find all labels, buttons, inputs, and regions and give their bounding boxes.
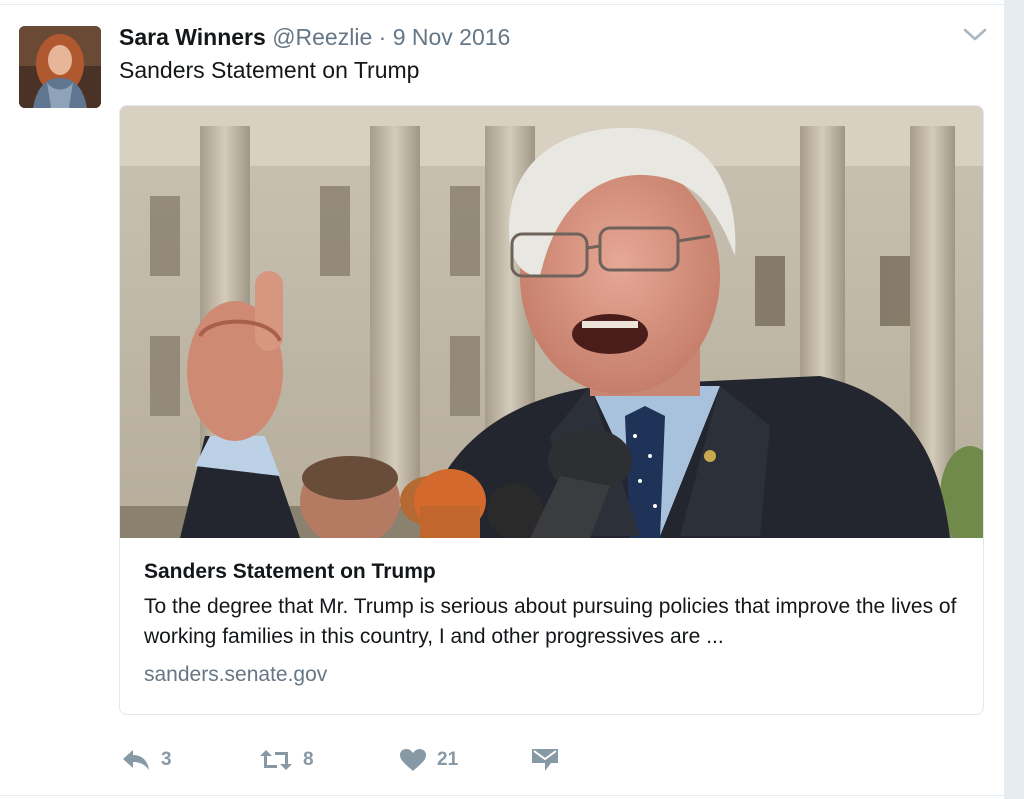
retweet-icon (259, 748, 293, 772)
card-domain[interactable]: sanders.senate.gov (144, 661, 964, 689)
page-gutter (1004, 0, 1024, 799)
divider (0, 795, 1004, 796)
divider (0, 4, 1004, 5)
reply-button[interactable]: 3 (121, 740, 172, 780)
card-description: To the degree that Mr. Trump is serious … (144, 595, 957, 648)
tweet-text: Sanders Statement on Trump (119, 57, 420, 83)
direct-message-icon (531, 747, 559, 773)
direct-message-button[interactable] (531, 740, 559, 780)
chevron-down-icon[interactable] (962, 26, 988, 44)
separator: · (378, 24, 387, 50)
tweet-actions: 3 8 21 (119, 740, 719, 780)
retweet-count: 8 (303, 749, 314, 770)
author-username[interactable]: @Reezlie (272, 24, 372, 50)
tweet-header: Sara Winners @Reezlie · 9 Nov 2016 (119, 22, 510, 52)
like-count: 21 (437, 749, 459, 770)
link-card[interactable]: Sanders Statement on Trump To the degree… (119, 105, 984, 715)
heart-icon (399, 748, 427, 772)
tweet[interactable]: Sara Winners @Reezlie · 9 Nov 2016 Sande… (0, 0, 1004, 799)
tweet-timestamp[interactable]: 9 Nov 2016 (393, 24, 511, 50)
user-avatar[interactable] (19, 26, 101, 108)
like-button[interactable]: 21 (399, 740, 458, 780)
reply-count: 3 (161, 749, 172, 770)
card-photo[interactable] (120, 106, 983, 538)
reply-icon (121, 748, 151, 772)
card-body: Sanders Statement on Trump To the degree… (144, 558, 964, 689)
card-title[interactable]: Sanders Statement on Trump (144, 558, 964, 586)
author-name[interactable]: Sara Winners (119, 24, 266, 50)
retweet-button[interactable]: 8 (259, 740, 314, 780)
